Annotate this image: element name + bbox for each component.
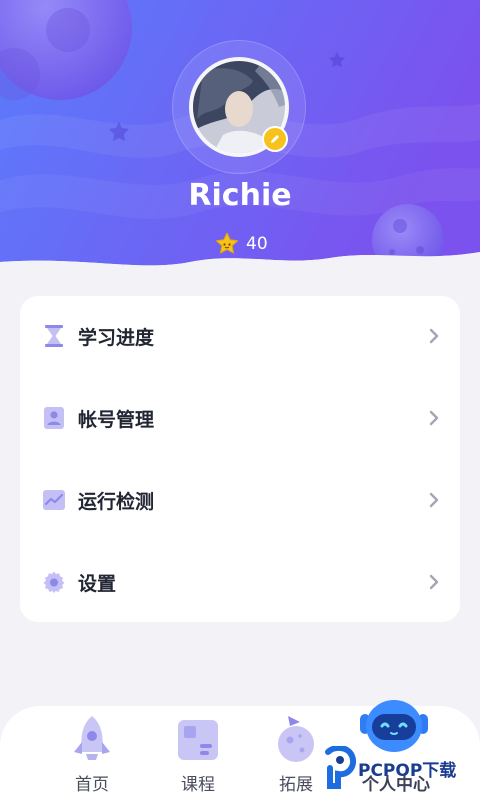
- rocket-icon: [74, 716, 110, 760]
- star-icon: [215, 232, 239, 254]
- course-book-icon: [178, 720, 218, 760]
- username: Richie: [188, 178, 292, 213]
- pcpop-logo-icon: [325, 746, 356, 789]
- profile-header: Richie 40: [0, 0, 480, 290]
- menu-item-label: 学习进度: [78, 326, 155, 349]
- user-card-icon: [42, 406, 66, 430]
- menu-item-label: 设置: [78, 572, 117, 595]
- edit-avatar-button[interactable]: [262, 126, 288, 152]
- gear-icon: [42, 570, 66, 594]
- chevron-right-icon: [429, 410, 439, 426]
- pencil-icon: [271, 135, 279, 143]
- chevron-right-icon: [429, 574, 439, 590]
- chevron-right-icon: [429, 492, 439, 508]
- menu-item-label: 运行检测: [78, 490, 155, 513]
- menu-item-learning-progress[interactable]: 学习进度: [20, 306, 460, 366]
- chevron-right-icon: [429, 328, 439, 344]
- nav-label: 首页: [75, 775, 109, 795]
- nav-label: 课程: [181, 775, 215, 795]
- chart-line-icon: [42, 488, 66, 512]
- stars-count: 40: [246, 234, 268, 254]
- menu-card: 学习进度 帐号管理 运行检测 设置: [20, 296, 460, 622]
- nav-home[interactable]: 首页: [52, 706, 132, 800]
- stars-count-group: 40: [214, 230, 268, 258]
- menu-item-settings[interactable]: 设置: [20, 552, 460, 612]
- hourglass-icon: [42, 324, 66, 348]
- nav-course[interactable]: 课程: [158, 706, 238, 800]
- menu-item-run-check[interactable]: 运行检测: [20, 470, 460, 530]
- menu-item-account-management[interactable]: 帐号管理: [20, 388, 460, 448]
- menu-item-label: 帐号管理: [78, 408, 155, 431]
- planet-flag-icon: [278, 716, 314, 762]
- watermark: PCPOP下载: [322, 744, 480, 796]
- watermark-text: PCPOP下载: [358, 761, 457, 781]
